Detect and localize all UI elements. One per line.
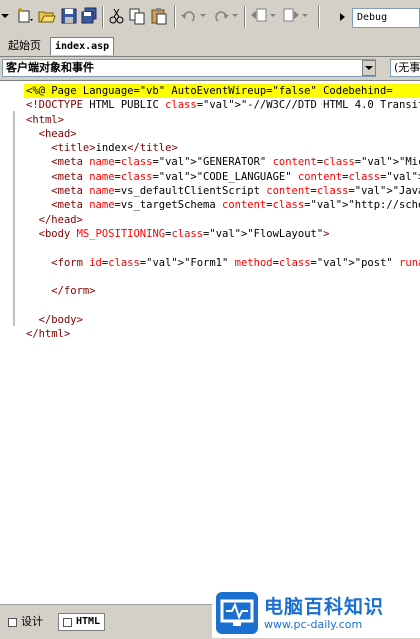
design-view-button[interactable]: 设计 bbox=[4, 613, 47, 631]
solution-config-select[interactable]: Debug bbox=[352, 8, 420, 28]
chevron-down-icon bbox=[365, 66, 373, 70]
navigate-back-icon[interactable] bbox=[250, 7, 268, 25]
code-line[interactable]: </body> bbox=[26, 313, 420, 327]
toolbar-separator bbox=[244, 6, 246, 28]
watermark-name: 电脑百科知识 bbox=[264, 595, 385, 618]
undo-icon[interactable] bbox=[180, 7, 198, 25]
navigate-forward-icon[interactable] bbox=[282, 7, 300, 25]
code-editor[interactable]: <%@ Page Language="vb" AutoEventWireup="… bbox=[0, 80, 420, 605]
object-select-dropdown[interactable] bbox=[362, 60, 376, 76]
tab-index-asp[interactable]: index.asp bbox=[50, 37, 115, 55]
code-line[interactable]: <meta name=vs_targetSchema content=class… bbox=[26, 198, 420, 212]
document-tabs: 起始页 index.asp bbox=[0, 36, 420, 57]
redo-icon[interactable] bbox=[212, 7, 230, 25]
design-icon bbox=[8, 617, 17, 627]
object-select[interactable]: 客户端对象和事件 bbox=[2, 59, 376, 77]
code-line[interactable]: <meta name=class="val">"GENERATOR" conte… bbox=[26, 155, 420, 169]
tab-start-page[interactable]: 起始页 bbox=[4, 37, 45, 55]
editor-gutter bbox=[0, 81, 20, 605]
toolbar-separator bbox=[102, 6, 104, 28]
redo-dropdown-icon[interactable] bbox=[232, 7, 240, 25]
code-line[interactable]: <body MS_POSITIONING=class="val">"FlowLa… bbox=[26, 227, 420, 241]
watermark-text: 电脑百科知识 www.pc-daily.com bbox=[264, 596, 384, 631]
code-line[interactable] bbox=[26, 298, 420, 312]
back-dropdown-icon[interactable] bbox=[270, 7, 278, 25]
code-line[interactable]: <meta name=class="val">"CODE_LANGUAGE" c… bbox=[26, 170, 420, 184]
code-line[interactable]: <head> bbox=[26, 127, 420, 141]
code-line[interactable]: <form id=class="val">"Form1" method=clas… bbox=[26, 256, 420, 270]
undo-dropdown-icon[interactable] bbox=[200, 7, 208, 25]
code-line[interactable]: <!DOCTYPE HTML PUBLIC class="val">"-//W3… bbox=[26, 98, 420, 112]
monitor-logo-icon bbox=[216, 592, 258, 634]
code-line[interactable]: <meta name=vs_defaultClientScript conten… bbox=[26, 184, 420, 198]
code-line[interactable]: <html> bbox=[26, 113, 420, 127]
object-select-value: 客户端对象和事件 bbox=[6, 61, 94, 74]
outline-markers bbox=[13, 111, 15, 326]
toolbar: Debug bbox=[0, 0, 420, 37]
event-select[interactable]: (无事 bbox=[390, 59, 420, 77]
open-icon[interactable] bbox=[38, 7, 56, 25]
toolbar-separator bbox=[318, 6, 320, 28]
html-icon bbox=[63, 617, 72, 627]
html-view-label: HTML bbox=[76, 616, 101, 627]
code-line[interactable] bbox=[26, 270, 420, 284]
start-icon[interactable] bbox=[340, 13, 345, 21]
new-item-icon[interactable] bbox=[16, 7, 34, 25]
code-line[interactable]: <%@ Page Language="vb" AutoEventWireup="… bbox=[24, 84, 420, 99]
paste-icon[interactable] bbox=[150, 7, 168, 25]
toolbar-separator bbox=[174, 6, 176, 28]
html-view-button[interactable]: HTML bbox=[58, 613, 106, 631]
code-line[interactable]: </html> bbox=[26, 327, 420, 341]
copy-icon[interactable] bbox=[128, 7, 146, 25]
design-view-label: 设计 bbox=[21, 615, 43, 628]
navigation-bar: 客户端对象和事件 (无事 bbox=[0, 57, 420, 79]
code-line[interactable]: </head> bbox=[26, 213, 420, 227]
watermark-logo: 电脑百科知识 www.pc-daily.com bbox=[212, 588, 420, 638]
code-line[interactable]: </form> bbox=[26, 284, 420, 298]
cut-icon[interactable] bbox=[108, 7, 126, 25]
dropdown-arrow-icon[interactable] bbox=[0, 7, 10, 25]
save-icon[interactable] bbox=[60, 7, 78, 25]
code-line[interactable] bbox=[26, 241, 420, 255]
watermark-url: www.pc-daily.com bbox=[264, 617, 363, 631]
save-all-icon[interactable] bbox=[80, 7, 98, 25]
code-line[interactable]: <title>index</title> bbox=[26, 141, 420, 155]
code-text[interactable]: <%@ Page Language="vb" AutoEventWireup="… bbox=[24, 84, 420, 341]
forward-dropdown-icon[interactable] bbox=[302, 7, 310, 25]
